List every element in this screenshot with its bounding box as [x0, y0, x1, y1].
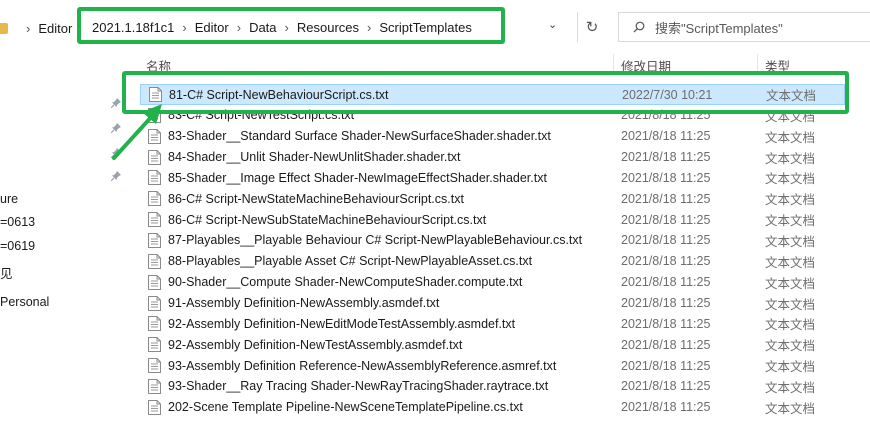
column-header-type[interactable]: 类型 [765, 56, 790, 74]
file-name: 202-Scene Template Pipeline-NewSceneTemp… [168, 400, 523, 415]
file-type: 文本文档 [765, 193, 816, 208]
file-name: 84-Shader__Unlit Shader-NewUnlitShader.s… [168, 150, 461, 165]
file-name: 86-C# Script-NewSubStateMachineBehaviour… [168, 212, 487, 227]
file-name: 87-Playables__Playable Behaviour C# Scri… [168, 233, 583, 248]
file-date: 2021/8/18 11:25 [621, 296, 711, 310]
file-row[interactable]: 86-C# Script-NewSubStateMachineBehaviour… [140, 209, 845, 230]
file-name: 86-C# Script-NewStateMachineBehaviourScr… [168, 191, 464, 206]
file-row[interactable]: 88-Playables__Playable Asset C# Script-N… [140, 251, 845, 272]
text-file-icon [148, 399, 161, 415]
file-row[interactable]: 93-Assembly Definition Reference-NewAsse… [140, 355, 845, 376]
refresh-button[interactable]: ↻ [577, 12, 606, 42]
file-type: 文本文档 [765, 380, 816, 395]
file-date: 2021/8/18 11:25 [621, 337, 711, 352]
nav-item[interactable]: Personal [0, 295, 49, 309]
file-type: 文本文档 [765, 401, 816, 416]
chevron-right-icon: › [26, 20, 31, 36]
pin-icon[interactable] [111, 171, 121, 181]
file-date: 2021/8/18 11:25 [621, 233, 711, 248]
file-type: 文本文档 [765, 276, 816, 291]
file-row[interactable]: 91-Assembly Definition-NewAssembly.asmde… [140, 293, 845, 314]
file-row[interactable]: 202-Scene Template Pipeline-NewSceneTemp… [140, 397, 845, 418]
file-row[interactable]: 87-Playables__Playable Behaviour C# Scri… [140, 230, 845, 251]
nav-item[interactable]: =0619 [0, 239, 35, 253]
file-name: 85-Shader__Image Effect Shader-NewImageE… [168, 170, 547, 185]
file-type: 文本文档 [765, 318, 816, 333]
file-date: 2021/8/18 11:25 [621, 379, 711, 394]
chevron-down-icon[interactable]: ⌄ [548, 18, 557, 31]
file-row[interactable]: 83-Shader__Standard Surface Shader-NewSu… [140, 126, 845, 147]
file-date: 2021/8/18 11:25 [621, 191, 711, 206]
file-date: 2021/8/18 11:25 [621, 275, 711, 290]
text-file-icon [148, 337, 161, 353]
file-row[interactable]: 92-Assembly Definition-NewTestAssembly.a… [140, 334, 845, 355]
file-type: 文本文档 [765, 234, 816, 249]
annotation-arrow [112, 104, 162, 160]
file-date: 2021/8/18 11:25 [621, 254, 711, 269]
file-name: 90-Shader__Compute Shader-NewComputeShad… [168, 275, 523, 290]
breadcrumb-editor-left[interactable]: Editor [38, 21, 72, 36]
file-name: 83-Shader__Standard Surface Shader-NewSu… [168, 129, 551, 144]
folder-icon [0, 22, 8, 34]
nav-item[interactable]: 见 [0, 263, 13, 282]
file-name: 92-Assembly Definition-NewTestAssembly.a… [168, 337, 463, 352]
search-box[interactable]: 搜索"ScriptTemplates" [618, 12, 870, 42]
file-row[interactable]: 84-Shader__Unlit Shader-NewUnlitShader.s… [140, 147, 845, 168]
address-toolbar: › Editor 2021.1.18f1c1 › Editor › Data ›… [0, 0, 870, 54]
selected-row-highlight-box [122, 71, 849, 114]
text-file-icon [148, 316, 161, 332]
file-name: 91-Assembly Definition-NewAssembly.asmde… [168, 296, 440, 310]
file-date: 2021/8/18 11:25 [621, 358, 711, 373]
text-file-icon [148, 191, 161, 207]
file-row[interactable]: 86-C# Script-NewStateMachineBehaviourScr… [140, 188, 845, 209]
file-name: 93-Shader__Ray Tracing Shader-NewRayTrac… [168, 379, 549, 394]
file-date: 2021/8/18 11:25 [621, 212, 711, 227]
file-type: 文本文档 [765, 255, 816, 270]
nav-item[interactable]: =0613 [0, 215, 35, 229]
file-date: 2021/8/18 11:25 [621, 129, 711, 144]
file-type: 文本文档 [765, 297, 816, 312]
file-date: 2021/8/18 11:25 [621, 400, 711, 415]
file-type: 文本文档 [765, 172, 816, 187]
column-header-date[interactable]: 修改日期 [621, 56, 671, 74]
file-name: 93-Assembly Definition Reference-NewAsse… [168, 358, 557, 373]
file-name: 92-Assembly Definition-NewEditModeTestAs… [168, 316, 516, 331]
text-file-icon [148, 358, 161, 374]
search-icon [633, 21, 645, 33]
file-type: 文本文档 [765, 130, 816, 145]
address-left: › Editor [0, 13, 72, 43]
text-file-icon [148, 212, 161, 228]
file-type: 文本文档 [765, 339, 816, 354]
file-row[interactable]: 92-Assembly Definition-NewEditModeTestAs… [140, 313, 845, 334]
file-type: 文本文档 [765, 151, 816, 166]
file-date: 2021/8/18 11:25 [621, 316, 711, 331]
refresh-icon: ↻ [585, 19, 599, 36]
text-file-icon [148, 253, 161, 269]
file-row[interactable]: 93-Shader__Ray Tracing Shader-NewRayTrac… [140, 376, 845, 397]
text-file-icon [148, 378, 161, 394]
column-header-name[interactable]: 名称 [146, 56, 171, 74]
file-type: 文本文档 [765, 214, 816, 229]
search-placeholder: 搜索"ScriptTemplates" [655, 20, 783, 36]
file-row[interactable]: 90-Shader__Compute Shader-NewComputeShad… [140, 272, 845, 293]
file-type: 文本文档 [765, 360, 816, 375]
file-name: 88-Playables__Playable Asset C# Script-N… [168, 254, 533, 269]
text-file-icon [148, 295, 161, 311]
file-row[interactable]: 85-Shader__Image Effect Shader-NewImageE… [140, 167, 845, 188]
text-file-icon [148, 274, 161, 290]
address-highlight-box [77, 7, 505, 44]
file-date: 2021/8/18 11:25 [621, 150, 711, 165]
nav-item[interactable]: ure [0, 192, 18, 206]
file-date: 2021/8/18 11:25 [621, 170, 711, 185]
text-file-icon [148, 170, 161, 186]
text-file-icon [148, 232, 161, 248]
